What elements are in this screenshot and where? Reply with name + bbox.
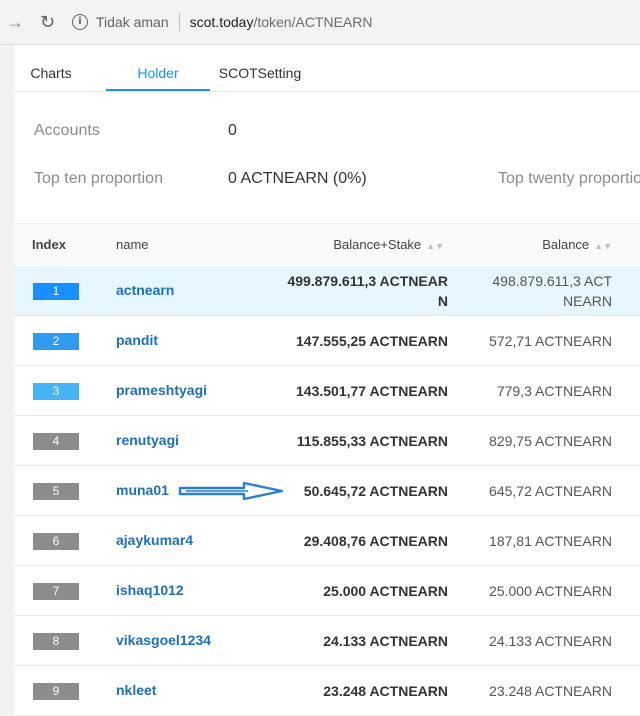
column-index: Index [32,237,66,252]
balance-stake-value: 23.248 ACTNEARN [323,682,448,699]
balance-stake-value: 25.000 ACTNEARN [323,582,448,599]
rank-badge: 7 [33,583,79,600]
url-host: scot.today [189,14,254,30]
tab-charts[interactable]: Charts [14,45,88,89]
table-row[interactable]: 2 pandit 147.555,25 ACTNEARN 572,71 ACTN… [14,316,640,366]
table-row[interactable]: 5 muna01 50.645,72 ACTNEARN 645,72 ACTNE… [14,466,640,516]
top-ten-value: 0 ACTNEARN (0%) [228,170,367,187]
balance-stake-value: 29.408,76 ACTNEARN [303,532,448,549]
balance-stake-value: 24.133 ACTNEARN [323,632,448,649]
table-row[interactable]: 6 ajaykumar4 29.408,76 ACTNEARN 187,81 A… [14,516,640,566]
accounts-value: 0 [228,122,237,139]
rank-badge: 2 [33,333,79,350]
top-ten-label: Top ten proportion [34,170,163,187]
column-balance[interactable]: Balance ▲▼ [542,224,612,267]
url-divider [178,13,180,31]
table-row[interactable]: 9 nkleet 23.248 ACTNEARN 23.248 ACTNEARN [14,666,640,716]
reload-icon[interactable]: ↻ [40,10,55,34]
table-row[interactable]: 4 renutyagi 115.855,33 ACTNEARN 829,75 A… [14,416,640,466]
balance-stake-value: 115.855,33 ACTNEARN [296,432,448,449]
top-twenty-label: Top twenty proportio [498,170,640,187]
tab-holder[interactable]: Holder [106,45,210,91]
table-row[interactable]: 3 prameshtyagi 143.501,77 ACTNEARN 779,3… [14,366,640,416]
balance-stake-value: 143.501,77 ACTNEARN [296,382,448,399]
rank-badge: 4 [33,433,79,450]
table-header: Index name Balance+Stake ▲▼ Balance ▲▼ [14,223,640,267]
column-balance-label: Balance [542,237,590,252]
holder-name-link[interactable]: ishaq1012 [116,566,184,615]
column-balance-stake-label: Balance+Stake [333,237,422,252]
table-row[interactable]: 7 ishaq1012 25.000 ACTNEARN 25.000 ACTNE… [14,566,640,616]
balance-value: 829,75 ACTNEARN [489,432,612,449]
holder-name-link[interactable]: prameshtyagi [116,366,207,415]
holder-name-link[interactable]: pandit [116,316,158,365]
holder-name-link[interactable]: vikasgoel1234 [116,616,211,665]
balance-value: 645,72 ACTNEARN [489,482,612,499]
rank-badge: 8 [33,633,79,650]
balance-stake-value: 499.879.611,3 ACTNEARN [287,272,448,309]
browser-toolbar: → ↻ i Tidak aman scot.today/token/ACTNEA… [0,0,640,45]
balance-value: 23.248 ACTNEARN [489,682,612,699]
sort-icon[interactable]: ▲▼ [594,241,612,251]
tab-scotsetting[interactable]: SCOTSetting [210,45,310,89]
rank-badge: 1 [33,283,79,300]
holder-name-link[interactable]: ajaykumar4 [116,516,193,565]
balance-stake-value: 50.645,72 ACTNEARN [303,482,448,499]
sort-icon[interactable]: ▲▼ [426,241,444,251]
page-content: Charts Holder SCOTSetting Accounts 0 Top… [14,45,640,716]
table-row[interactable]: 1 actnearn 499.879.611,3 ACTNEARN 498.87… [14,266,640,316]
balance-value: 24.133 ACTNEARN [489,632,612,649]
balance-value: 572,71 ACTNEARN [489,332,612,349]
holder-name-link[interactable]: nkleet [116,666,156,715]
column-balance-stake[interactable]: Balance+Stake ▲▼ [333,224,444,267]
column-name: name [116,237,149,252]
back-arrow-icon[interactable]: → [6,10,24,34]
security-label: Tidak aman [96,14,169,30]
balance-stake-value: 147.555,25 ACTNEARN [296,332,448,349]
accounts-label: Accounts [34,122,100,139]
rank-badge: 6 [33,533,79,550]
holder-name-link[interactable]: muna01 [116,466,169,515]
table-row[interactable]: 8 vikasgoel1234 24.133 ACTNEARN 24.133 A… [14,616,640,666]
rank-badge: 3 [33,383,79,400]
url-path: /token/ACTNEARN [253,14,373,30]
balance-value: 498.879.611,3 ACTNEARN [492,272,612,309]
holder-name-link[interactable]: actnearn [116,266,174,315]
address-bar[interactable]: i Tidak aman scot.today/token/ACTNEARN [72,8,632,36]
balance-value: 779,3 ACTNEARN [496,382,612,399]
tab-bar: Charts Holder SCOTSetting [14,45,640,92]
holder-name-link[interactable]: renutyagi [116,416,179,465]
info-icon[interactable]: i [72,14,88,30]
rank-badge: 5 [33,483,79,500]
balance-value: 187,81 ACTNEARN [489,532,612,549]
rank-badge: 9 [33,683,79,700]
balance-value: 25.000 ACTNEARN [489,582,612,599]
